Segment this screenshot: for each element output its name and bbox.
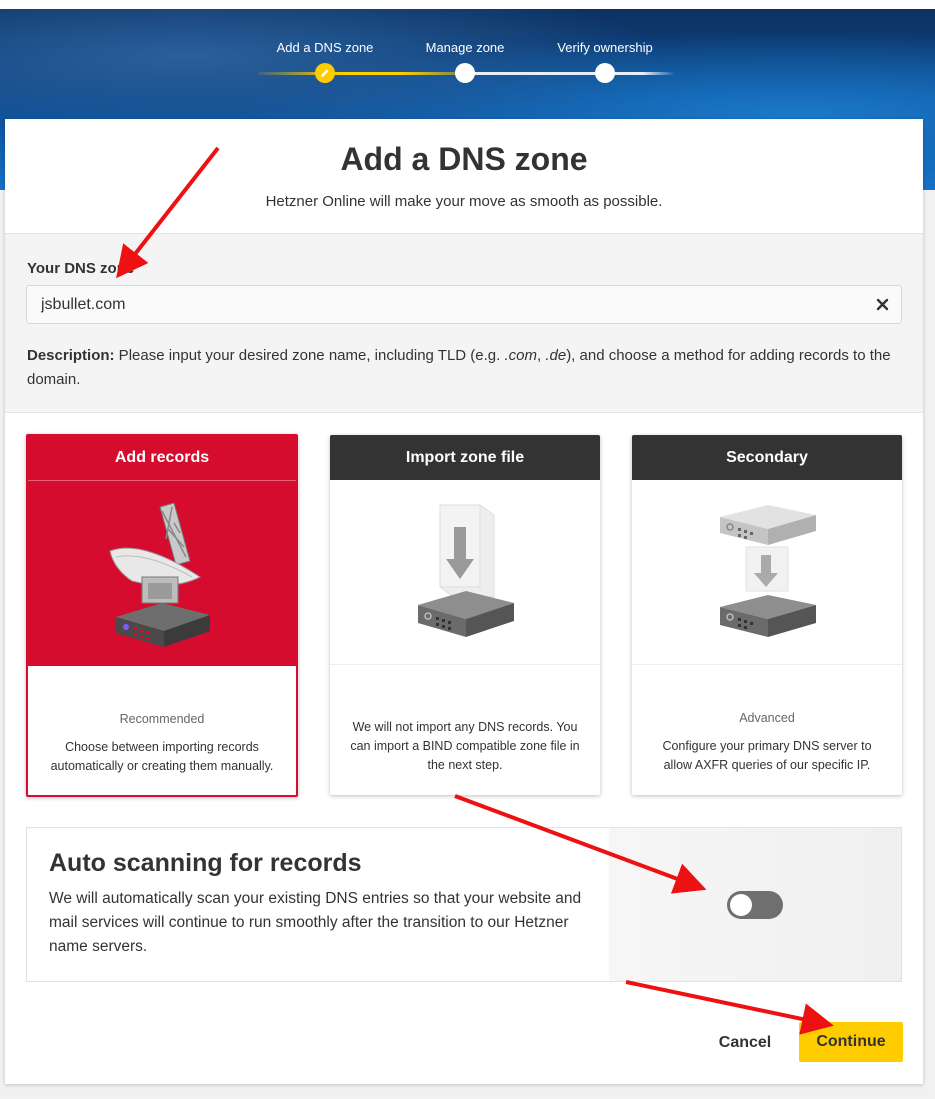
option-footer: Advanced Configure your primary DNS serv… — [632, 665, 902, 795]
option-description: Configure your primary DNS server to all… — [662, 739, 872, 772]
zone-section: Your DNS zone Description: Please input … — [5, 233, 923, 413]
description-lead: Description: — [27, 347, 115, 364]
zone-input-wrapper — [26, 285, 902, 324]
description-text-a: Please input your desired zone name, inc… — [114, 347, 505, 364]
step-label-verify-ownership: Verify ownership — [557, 40, 653, 55]
option-image — [28, 481, 296, 666]
option-card-add-records[interactable]: Add records Recommended Choose between i… — [26, 434, 298, 797]
option-title: Add records — [28, 436, 296, 481]
auto-scan-title: Auto scanning for records — [49, 849, 362, 877]
option-title: Import zone file — [330, 435, 600, 480]
stepper-track-todo — [463, 72, 675, 75]
step-label-manage-zone: Manage zone — [425, 40, 505, 55]
option-card-secondary[interactable]: Secondary Advanced Configure your primar — [632, 435, 902, 795]
zone-field-label: Your DNS zone — [27, 260, 135, 277]
option-tag: Advanced — [739, 711, 795, 725]
option-footer: Recommended Choose between importing rec… — [28, 666, 296, 795]
main-card: Add a DNS zone Hetzner Online will make … — [5, 119, 923, 1084]
step-dot-manage-zone — [455, 63, 475, 83]
pencil-icon — [321, 69, 329, 77]
close-icon[interactable] — [876, 298, 889, 311]
option-description: We will not import any DNS records. You … — [350, 720, 580, 772]
auto-scan-description: We will automatically scan your existing… — [49, 890, 582, 955]
step-dot-verify-ownership — [595, 63, 615, 83]
option-card-import-zone-file[interactable]: Import zone file We will not import any … — [330, 435, 600, 795]
cancel-button[interactable]: Cancel — [705, 1024, 785, 1062]
satellite-dish-icon — [109, 501, 210, 647]
tld-com: .com — [504, 347, 537, 364]
option-footer: We will not import any DNS records. You … — [330, 665, 600, 795]
step-dot-active — [315, 63, 335, 83]
toggle-knob — [730, 894, 752, 916]
page-subtitle: Hetzner Online will make your move as sm… — [265, 193, 663, 210]
option-image — [330, 480, 600, 665]
continue-button[interactable]: Continue — [799, 1022, 903, 1062]
top-strip — [0, 0, 935, 9]
option-image — [632, 480, 902, 665]
step-label-add-zone: Add a DNS zone — [276, 40, 374, 55]
progress-stepper: Add a DNS zone Manage zone Verify owners… — [250, 38, 680, 88]
import-server-icon — [418, 504, 514, 637]
page-title: Add a DNS zone — [340, 141, 588, 177]
stepper-track-done — [258, 72, 463, 75]
zone-description: Description: Please input your desired z… — [27, 344, 907, 392]
zone-name-input[interactable] — [27, 286, 867, 323]
option-description: Choose between importing records automat… — [50, 740, 274, 773]
auto-scan-panel: Auto scanning for records We will automa… — [26, 827, 902, 982]
option-title: Secondary — [632, 435, 902, 480]
option-tag: Recommended — [119, 712, 205, 726]
server-transfer-icon — [720, 505, 816, 637]
tld-de: .de — [545, 347, 567, 364]
auto-scan-toggle[interactable] — [727, 891, 783, 919]
